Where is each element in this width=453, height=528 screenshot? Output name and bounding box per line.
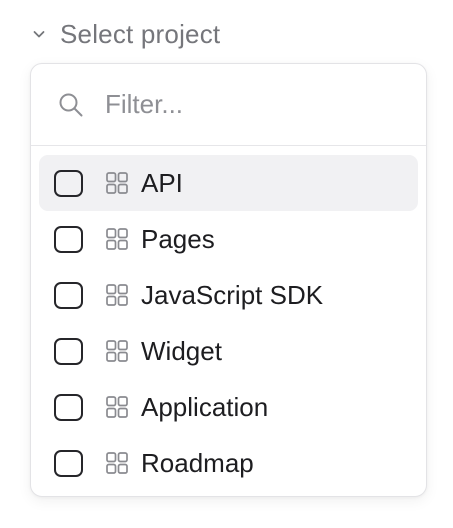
project-item-pages[interactable]: Pages <box>39 211 418 267</box>
project-checkbox[interactable] <box>54 169 83 197</box>
project-list: API Pages JavaScript SDK Widget Applicat… <box>31 146 426 491</box>
project-checkbox[interactable] <box>54 337 83 365</box>
select-project-label: Select project <box>60 18 221 49</box>
project-checkbox[interactable] <box>54 449 83 477</box>
project-label: Pages <box>141 223 215 254</box>
project-label: API <box>141 167 183 198</box>
grid-icon <box>105 339 129 363</box>
project-checkbox[interactable] <box>54 393 83 421</box>
grid-icon <box>105 395 129 419</box>
chevron-down-icon <box>30 25 48 43</box>
grid-icon <box>105 451 129 475</box>
project-label: Widget <box>141 335 222 366</box>
grid-icon <box>105 283 129 307</box>
project-item-widget[interactable]: Widget <box>39 323 418 379</box>
project-item-javascript-sdk[interactable]: JavaScript SDK <box>39 267 418 323</box>
project-checkbox[interactable] <box>54 281 83 309</box>
project-item-api[interactable]: API <box>39 155 418 211</box>
filter-input[interactable] <box>105 89 385 120</box>
filter-row <box>31 64 426 146</box>
select-project-trigger[interactable]: Select project <box>30 14 220 54</box>
project-item-roadmap[interactable]: Roadmap <box>39 435 418 491</box>
project-checkbox[interactable] <box>54 225 83 253</box>
project-dropdown-panel: API Pages <box>30 63 427 497</box>
grid-icon <box>105 171 129 195</box>
project-label: JavaScript SDK <box>141 279 324 310</box>
search-icon <box>57 91 85 119</box>
project-label: Application <box>141 391 269 422</box>
grid-icon <box>105 227 129 251</box>
project-item-application[interactable]: Application <box>39 379 418 435</box>
project-label: Roadmap <box>141 447 254 478</box>
